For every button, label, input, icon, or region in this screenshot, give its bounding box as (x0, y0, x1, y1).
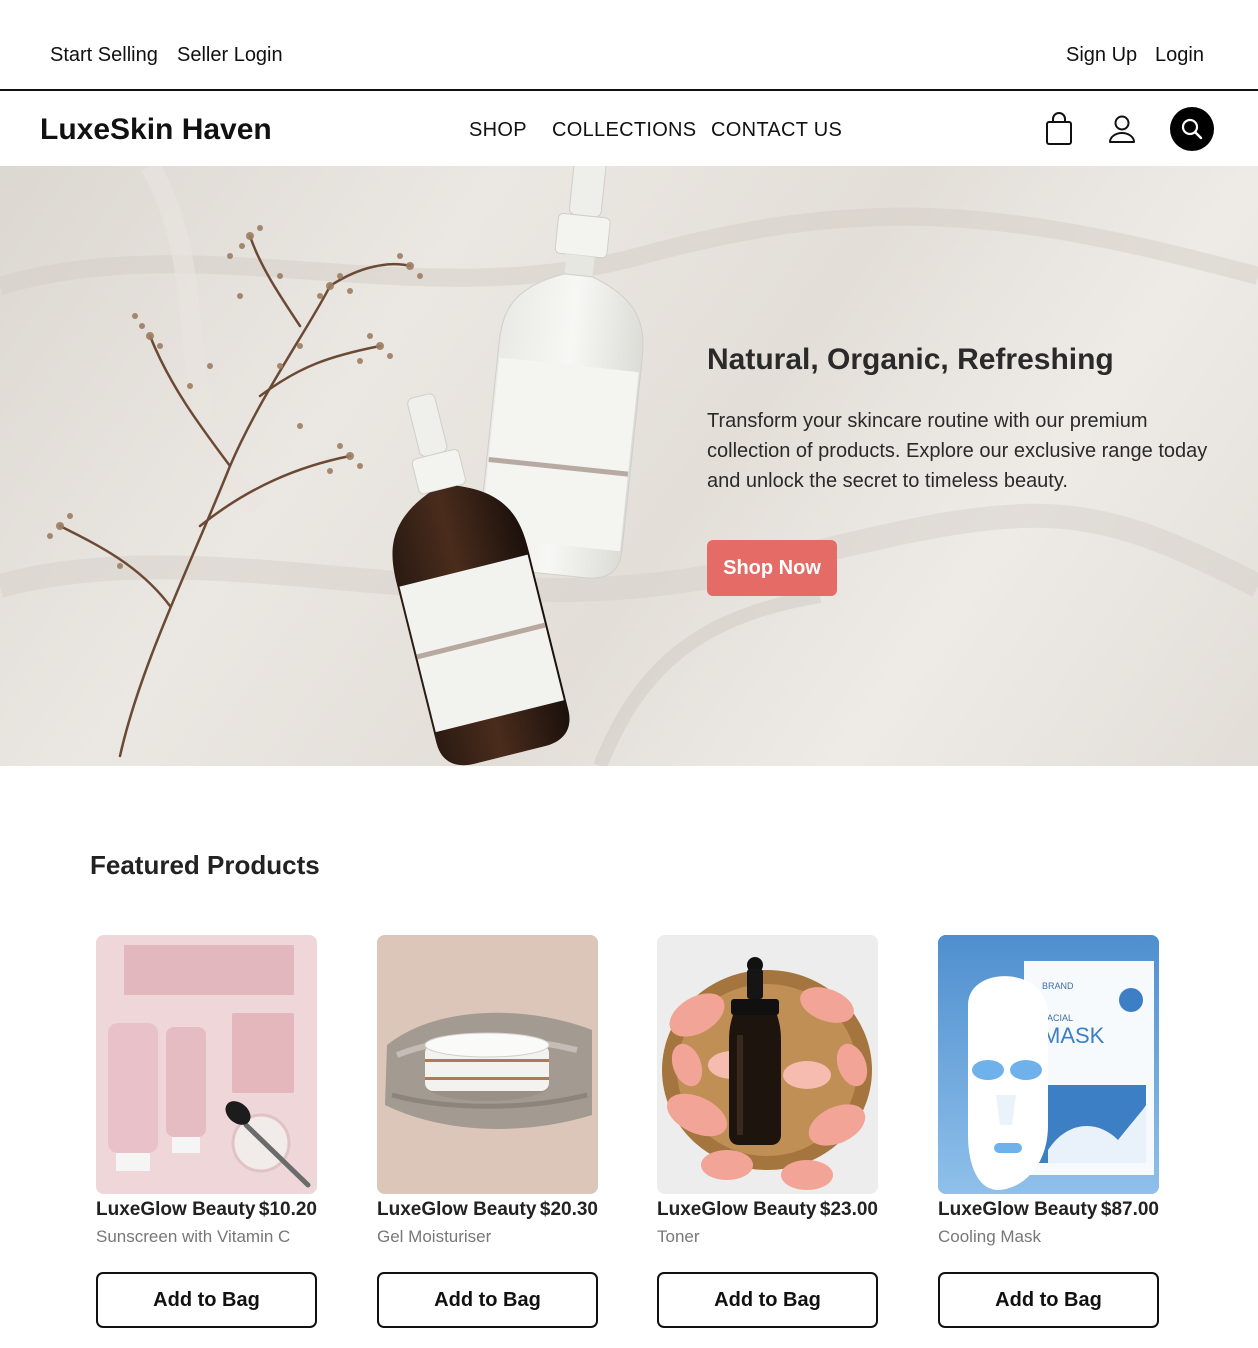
product-name: Cooling Mask (938, 1227, 1041, 1246)
user-icon[interactable] (1102, 109, 1142, 149)
featured-products-title: Featured Products (90, 850, 320, 880)
product-image[interactable]: BRAND FACIAL MASK (938, 935, 1159, 1194)
main-header: LuxeSkin Haven SHOP COLLECTIONS CONTACT … (0, 92, 1258, 166)
product-brand: LuxeGlow Beauty (96, 1199, 256, 1220)
search-icon (1181, 118, 1203, 140)
add-to-bag-button[interactable]: Add to Bag (96, 1272, 317, 1328)
bag-icon[interactable] (1039, 109, 1079, 149)
product-name: Gel Moisturiser (377, 1227, 492, 1246)
product-brand: LuxeGlow Beauty (938, 1199, 1098, 1220)
product-image[interactable] (657, 935, 878, 1194)
product-name: Sunscreen with Vitamin C (96, 1227, 291, 1246)
shop-now-button[interactable]: Shop Now (707, 540, 837, 596)
product-price: $87.00 (1100, 1199, 1159, 1220)
svg-text:MASK: MASK (1042, 1023, 1105, 1048)
product-card: LuxeGlow Beauty $10.20 Sunscreen with Vi… (96, 935, 317, 1328)
product-price: $10.20 (258, 1199, 317, 1220)
sign-up-link[interactable]: Sign Up (1066, 43, 1137, 67)
search-button[interactable] (1170, 107, 1214, 151)
product-brand: LuxeGlow Beauty (377, 1199, 537, 1220)
add-to-bag-button[interactable]: Add to Bag (377, 1272, 598, 1328)
product-card: LuxeGlow Beauty $23.00 Toner Add to Bag (657, 935, 878, 1328)
start-selling-link[interactable]: Start Selling (50, 43, 158, 67)
product-image[interactable] (96, 935, 317, 1194)
login-link[interactable]: Login (1155, 43, 1204, 67)
nav-contact-us[interactable]: CONTACT US (711, 118, 842, 142)
hero-description: Transform your skincare routine with our… (707, 410, 1208, 492)
product-name: Toner (657, 1227, 700, 1246)
product-card: BRAND FACIAL MASK LuxeGlow Beauty $87.00… (938, 935, 1159, 1328)
seller-login-link[interactable]: Seller Login (177, 43, 283, 67)
hero-banner: Natural, Organic, Refreshing Transform y… (0, 166, 1258, 766)
add-to-bag-button[interactable]: Add to Bag (938, 1272, 1159, 1328)
product-price: $23.00 (819, 1199, 878, 1220)
brand-logo[interactable]: LuxeSkin Haven (40, 112, 272, 148)
svg-text:BRAND: BRAND (1042, 981, 1074, 991)
product-brand: LuxeGlow Beauty (657, 1199, 817, 1220)
product-price: $20.30 (539, 1199, 598, 1220)
add-to-bag-button[interactable]: Add to Bag (657, 1272, 878, 1328)
top-utility-bar: Start Selling Seller Login Sign Up Login (0, 0, 1258, 91)
product-image[interactable] (377, 935, 598, 1194)
hero-title: Natural, Organic, Refreshing (707, 343, 1114, 376)
product-card: LuxeGlow Beauty $20.30 Gel Moisturiser A… (377, 935, 598, 1328)
nav-shop[interactable]: SHOP (469, 118, 527, 142)
nav-collections[interactable]: COLLECTIONS (552, 118, 696, 142)
